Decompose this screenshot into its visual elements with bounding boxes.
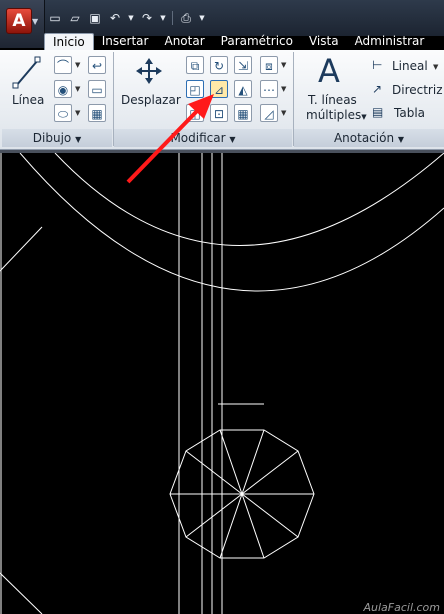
offset-icon[interactable]: ◰: [186, 80, 204, 98]
ellipse-dropdown-icon[interactable]: ▼: [75, 109, 80, 117]
decagon-shape: [169, 429, 315, 559]
drawing-viewport[interactable]: AulaFacil.com: [0, 150, 444, 614]
linear-dropdown-icon[interactable]: ▼: [433, 63, 438, 71]
save-icon[interactable]: ▣: [88, 11, 102, 25]
mtext-label-line1[interactable]: T. líneas: [308, 93, 357, 107]
move-icon[interactable]: [134, 56, 164, 86]
tab-inicio[interactable]: Inicio: [44, 33, 94, 51]
linear-dimension-icon[interactable]: ⊢: [372, 58, 382, 72]
stretch-icon[interactable]: ⊿: [210, 80, 228, 98]
erase-icon[interactable]: ◫: [186, 104, 204, 122]
left-diagonal-line: [0, 226, 43, 272]
fillet-icon[interactable]: ◿: [260, 104, 278, 122]
toolbar-separator: [172, 11, 173, 25]
autocad-logo-icon: A: [6, 8, 32, 34]
customize-toolbar-icon[interactable]: ▼: [199, 11, 205, 25]
plot-icon[interactable]: ⎙: [179, 11, 193, 25]
line-tool-label[interactable]: Línea: [12, 93, 44, 107]
drawing-geometry: [0, 153, 444, 614]
fillet-chevron-icon[interactable]: ▼: [281, 109, 286, 117]
quick-access-toolbar: ▭ ▱ ▣ ↶ ▼ ↷ ▼ ⎙ ▼: [48, 8, 205, 28]
tab-anotar[interactable]: Anotar: [156, 33, 212, 50]
polyline-icon[interactable]: ⌒: [54, 56, 72, 74]
rectangle-icon[interactable]: ▭: [88, 80, 106, 98]
array-chevron-icon[interactable]: ▼: [281, 61, 286, 69]
multileader-label[interactable]: Directriz m: [392, 83, 444, 97]
ellipse-icon[interactable]: ⬭: [54, 104, 72, 122]
line-tool-icon[interactable]: [12, 56, 42, 90]
tab-insertar[interactable]: Insertar: [94, 33, 157, 50]
undo-icon[interactable]: ↶: [108, 11, 122, 25]
panel-title-dibujo[interactable]: Dibujo ▼: [2, 129, 112, 147]
scale-icon[interactable]: ⊡: [210, 104, 228, 122]
open-icon[interactable]: ▱: [68, 11, 82, 25]
redo-dropdown-icon[interactable]: ▼: [160, 11, 166, 25]
tab-vista[interactable]: Vista: [301, 33, 347, 50]
undo-dropdown-icon[interactable]: ▼: [128, 11, 134, 25]
tab-administrar[interactable]: Administrar: [347, 33, 433, 50]
ribbon: Línea ⌒ ▼ ◉ ▼ ⬭ ▼ ↩ ▭ ▦ Dibujo ▼ Desplaz…: [0, 50, 444, 150]
multileader-icon[interactable]: ↗: [372, 82, 382, 96]
bottom-left-diagonal-line: [0, 572, 43, 614]
ribbon-tabs: Inicio Insertar Anotar Paramétrico Vista…: [44, 33, 433, 51]
outer-arc: [19, 153, 444, 292]
polyline-dropdown-icon[interactable]: ▼: [75, 61, 80, 69]
linear-dimension-label[interactable]: Lineal: [392, 59, 428, 73]
table-icon[interactable]: ▤: [372, 105, 383, 119]
explode-chevron-icon[interactable]: ▼: [281, 85, 286, 93]
redo-icon[interactable]: ↷: [140, 11, 154, 25]
rotate-icon[interactable]: ↻: [210, 56, 228, 74]
trim-icon[interactable]: ⇲: [234, 56, 252, 74]
panel-title-anotacion[interactable]: Anotación ▼: [294, 129, 444, 147]
copy-icon[interactable]: ⧉: [186, 56, 204, 74]
move-tool-label[interactable]: Desplazar: [121, 93, 181, 107]
hatch-icon[interactable]: ▦: [88, 104, 106, 122]
table-label[interactable]: Tabla: [394, 106, 425, 120]
array-dropdown-icon[interactable]: ⧈: [260, 56, 278, 74]
mtext-label-line2[interactable]: múltiples▼: [306, 108, 367, 122]
inner-arc: [54, 153, 444, 246]
tab-parametrico[interactable]: Paramétrico: [213, 33, 301, 50]
application-menu-button[interactable]: A ▼: [0, 0, 45, 48]
circle-dropdown-icon[interactable]: ▼: [75, 85, 80, 93]
array-icon[interactable]: ▦: [234, 104, 252, 122]
watermark: AulaFacil.com: [363, 601, 440, 614]
circle-icon[interactable]: ◉: [54, 80, 72, 98]
mtext-icon[interactable]: A: [318, 52, 340, 90]
chevron-down-icon: ▼: [32, 17, 39, 26]
new-icon[interactable]: ▭: [48, 11, 62, 25]
spline-icon[interactable]: ↩: [88, 56, 106, 74]
explode-icon[interactable]: ⋯: [260, 80, 278, 98]
panel-title-modificar[interactable]: Modificar ▼: [114, 129, 292, 147]
mirror-icon[interactable]: ◭: [234, 80, 252, 98]
